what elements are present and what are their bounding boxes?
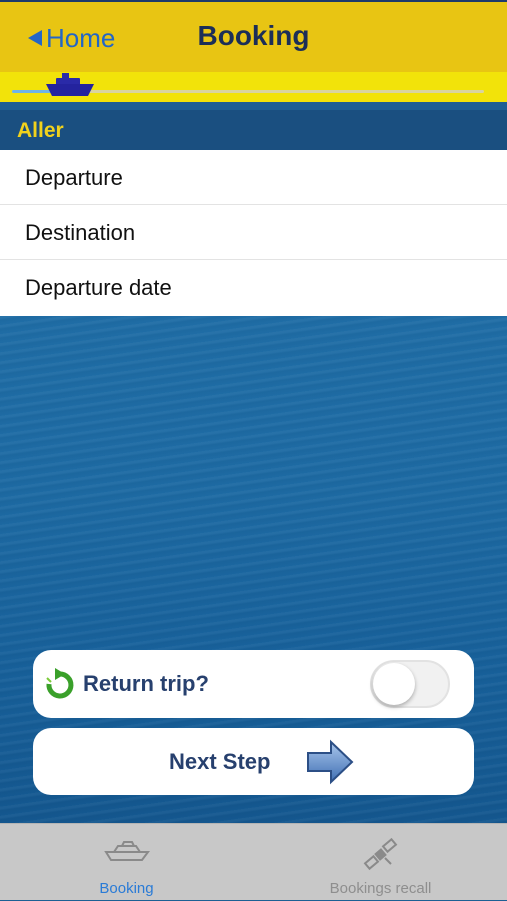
departure-date-label: Departure date [25, 275, 172, 300]
section-header-aller: Aller [0, 110, 507, 150]
booking-form-list: Departure Destination Departure date [0, 150, 507, 316]
tab-bookings-recall-label: Bookings recall [329, 880, 432, 897]
destination-field[interactable]: Destination [0, 205, 507, 260]
toggle-knob [373, 663, 415, 705]
return-trip-label: Return trip? [83, 671, 209, 696]
page-title-text: Booking [197, 20, 310, 51]
booking-progress [0, 72, 507, 102]
next-step-label: Next Step [169, 749, 271, 774]
tab-bookings-recall[interactable]: Bookings recall [254, 824, 507, 901]
page-title: Booking [0, 20, 507, 52]
destination-label: Destination [25, 220, 136, 245]
tab-booking-label: Booking [99, 880, 154, 897]
ship-progress-icon [46, 73, 94, 96]
section-title: Aller [17, 119, 64, 142]
tab-booking[interactable]: Booking [0, 824, 253, 901]
ship-icon [103, 841, 150, 861]
return-trip-toggle[interactable] [370, 660, 450, 708]
departure-label: Departure [25, 165, 123, 190]
arrow-right-icon [307, 739, 354, 785]
navigation-bar: Home Booking [0, 0, 507, 72]
return-trip-row: Return trip? [33, 650, 474, 718]
departure-field[interactable]: Departure [0, 150, 507, 205]
next-step-button[interactable]: Next Step [33, 728, 474, 795]
satellite-icon [363, 838, 397, 871]
departure-date-field[interactable]: Departure date [0, 260, 507, 316]
refresh-icon [46, 668, 74, 699]
tab-bar: Booking Bookings recall [0, 823, 507, 900]
